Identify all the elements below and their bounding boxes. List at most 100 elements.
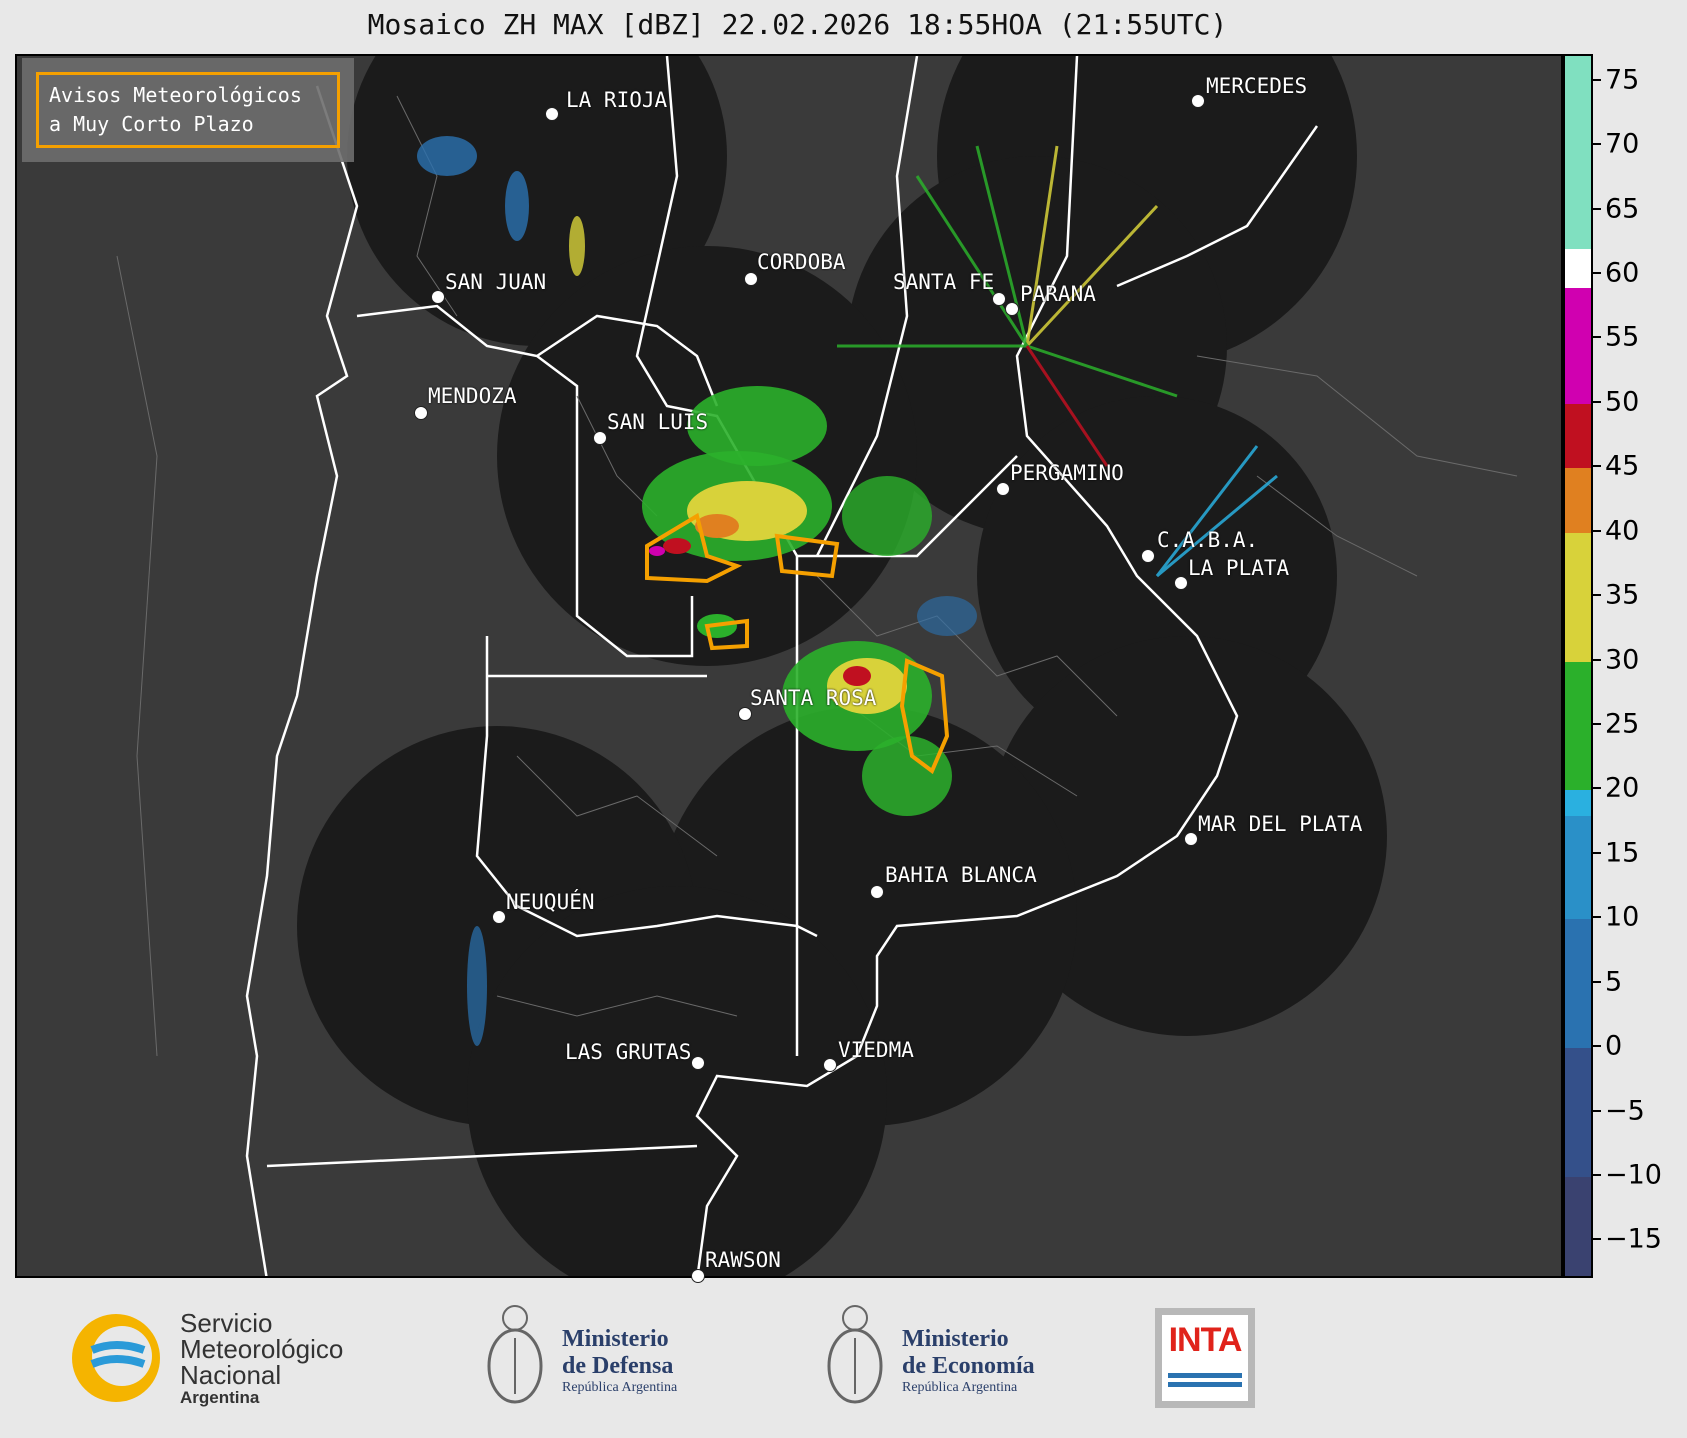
colorbar-tick-label: 0: [1605, 1030, 1623, 1062]
colorbar-tick-label: 20: [1605, 772, 1640, 804]
colorbar-tick: [1593, 78, 1601, 81]
colorbar-tick: [1593, 336, 1601, 339]
city-label: CORDOBA: [757, 250, 846, 274]
city-label: SAN JUAN: [445, 270, 547, 294]
colorbar-tick-label: 15: [1605, 837, 1640, 869]
city-marker: [545, 107, 559, 121]
city-marker: [992, 292, 1006, 306]
colorbar-tick: [1593, 980, 1601, 983]
colorbar-band: [1565, 56, 1591, 250]
city-marker: [593, 431, 607, 445]
colorbar-tick: [1593, 272, 1601, 275]
legend-line-2: a Muy Corto Plazo: [49, 112, 254, 136]
colorbar-tick: [1593, 851, 1601, 854]
city-label: LAS GRUTAS: [565, 1040, 692, 1064]
colorbar-tick-label: 75: [1605, 64, 1640, 96]
city-label: PERGAMINO: [1010, 461, 1124, 485]
colorbar-tick-label: 65: [1605, 193, 1640, 225]
colorbar-tick-label: 25: [1605, 708, 1640, 740]
colorbar-tick-label: 60: [1605, 257, 1640, 289]
national-shield-icon: [487, 1305, 543, 1404]
colorbar-band: [1565, 1176, 1591, 1276]
city-label: NEUQUÉN: [506, 890, 595, 914]
colorbar-band: [1565, 1048, 1591, 1177]
city-marker: [870, 885, 884, 899]
colorbar-band: [1565, 816, 1591, 920]
smn-line-2: Meteorológico: [180, 1334, 344, 1364]
smn-emblem-icon: [72, 1314, 160, 1402]
city-marker: [414, 406, 428, 420]
dbz-colorbar: [1563, 54, 1593, 1278]
city-label: MENDOZA: [428, 384, 517, 408]
colorbar-tick: [1593, 465, 1601, 468]
city-marker: [492, 910, 506, 924]
colorbar-band: [1565, 919, 1591, 1049]
colorbar-band: [1565, 468, 1591, 533]
city-label: MERCEDES: [1206, 74, 1308, 98]
colorbar-tick-label: 45: [1605, 450, 1640, 482]
colorbar-tick: [1593, 722, 1601, 725]
colorbar-band: [1565, 532, 1591, 662]
warning-legend-border: Avisos Meteorológicos a Muy Corto Plazo: [36, 72, 340, 148]
colorbar-tick-label: −15: [1605, 1223, 1662, 1255]
colorbar-tick-label: 70: [1605, 128, 1640, 160]
city-marker: [823, 1058, 837, 1072]
inta-logo: INTA: [1155, 1308, 1255, 1408]
colorbar-tick-label: −5: [1605, 1095, 1645, 1126]
national-shield-icon: [827, 1305, 883, 1404]
colorbar-tick-label: 40: [1605, 515, 1640, 547]
colorbar-tick: [1593, 916, 1601, 919]
city-marker: [1191, 94, 1205, 108]
city-marker: [1184, 832, 1198, 846]
colorbar-tick-label: 30: [1605, 644, 1640, 676]
colorbar-band: [1565, 403, 1591, 469]
city-label: PARANA: [1020, 282, 1096, 306]
colorbar-tick: [1593, 658, 1601, 661]
city-marker: [744, 272, 758, 286]
city-label: BAHIA BLANCA: [885, 863, 1037, 887]
defensa-line-1: Ministerio: [562, 1326, 669, 1352]
warning-legend: Avisos Meteorológicos a Muy Corto Plazo: [22, 58, 354, 162]
radar-map[interactable]: [15, 54, 1563, 1278]
economia-line-3: República Argentina: [902, 1380, 1018, 1395]
colorbar-tick: [1593, 1173, 1601, 1176]
colorbar-tick-label: −10: [1605, 1159, 1662, 1191]
map-title: Mosaico ZH MAX [dBZ] 22.02.2026 18:55HOA…: [367, 8, 1228, 41]
city-marker: [691, 1056, 705, 1070]
city-label: SAN LUIS: [607, 410, 709, 434]
colorbar-tick: [1593, 1238, 1601, 1241]
colorbar-tick-label: 5: [1605, 966, 1623, 998]
defensa-logo: Ministerio de Defensa República Argentin…: [480, 1298, 740, 1418]
legend-line-1: Avisos Meteorológicos: [49, 83, 302, 107]
defensa-line-2: de Defensa: [562, 1353, 674, 1379]
colorbar-tick: [1593, 207, 1601, 210]
footer-logos: Servicio Meteorológico Nacional Argentin…: [0, 1278, 1687, 1438]
city-marker: [1005, 302, 1019, 316]
smn-line-4: Argentina: [180, 1388, 260, 1407]
colorbar-band: [1565, 790, 1591, 817]
colorbar-band: [1565, 249, 1591, 288]
city-marker: [1174, 576, 1188, 590]
city-marker: [431, 290, 445, 304]
colorbar-tick: [1593, 787, 1601, 790]
inta-text: INTA: [1168, 1321, 1243, 1359]
economia-line-2: de Economía: [902, 1353, 1035, 1379]
city-marker: [996, 482, 1010, 496]
city-label: SANTA FE: [893, 270, 995, 294]
smn-logo: Servicio Meteorológico Nacional Argentin…: [66, 1308, 386, 1408]
economia-line-1: Ministerio: [902, 1326, 1009, 1352]
city-label: LA RIOJA: [566, 88, 668, 112]
smn-line-3: Nacional: [180, 1360, 282, 1390]
economia-logo: Ministerio de Economía República Argenti…: [820, 1298, 1080, 1418]
colorbar-tick: [1593, 1109, 1601, 1112]
colorbar-tick: [1593, 529, 1601, 532]
map-canvas: [116, 56, 1518, 1276]
city-marker: [1141, 549, 1155, 563]
city-label: MAR DEL PLATA: [1198, 812, 1363, 836]
colorbar-tick: [1593, 1045, 1601, 1048]
city-label: VIEDMA: [838, 1038, 914, 1062]
colorbar-tick: [1593, 143, 1601, 146]
colorbar-band: [1565, 661, 1591, 791]
colorbar-tick-label: 35: [1605, 579, 1640, 611]
colorbar-tick: [1593, 594, 1601, 597]
